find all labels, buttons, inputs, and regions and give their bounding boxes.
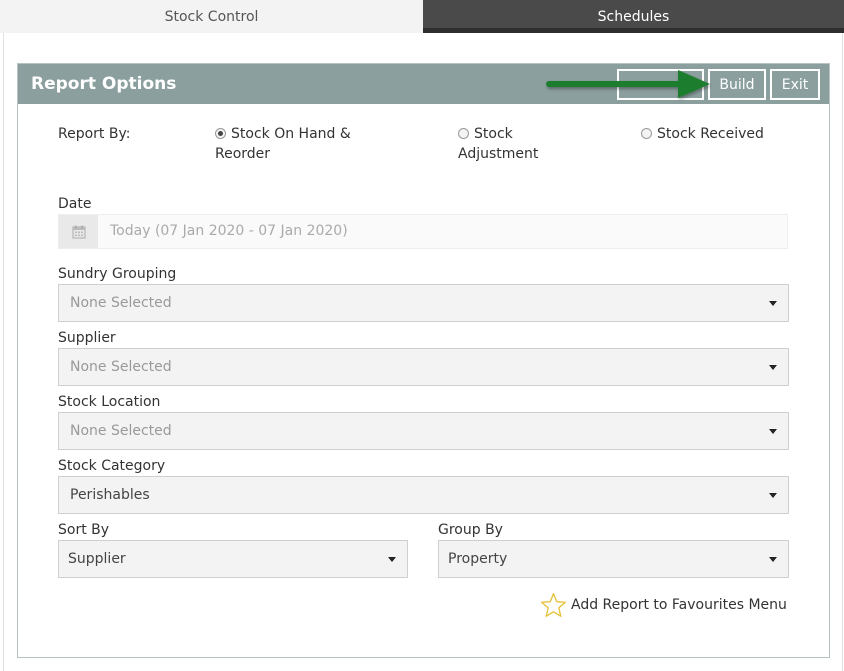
date-range-field[interactable]: Today (07 Jan 2020 - 07 Jan 2020) xyxy=(58,214,788,249)
date-range-value: Today (07 Jan 2020 - 07 Jan 2020) xyxy=(110,223,348,239)
tab-stock-control-label: Stock Control xyxy=(164,8,259,25)
radio-stock-on-hand-line1: Stock On Hand & xyxy=(231,126,351,142)
group-by-select[interactable]: Property xyxy=(438,540,789,578)
stock-category-value: Perishables xyxy=(70,487,150,503)
radio-stock-received-label: Stock Received xyxy=(657,126,764,142)
radio-stock-adjustment-line1: Stock xyxy=(474,126,513,142)
caret-down-icon xyxy=(769,493,777,498)
group-by-value: Property xyxy=(448,551,508,567)
group-by-label: Group By xyxy=(438,522,503,538)
radio-stock-adjustment-line2: Adjustment xyxy=(458,146,539,162)
stock-location-value: None Selected xyxy=(70,423,172,439)
date-label: Date xyxy=(58,196,92,212)
stock-category-label: Stock Category xyxy=(58,458,166,474)
exit-button[interactable]: Exit xyxy=(770,69,820,100)
caret-down-icon xyxy=(769,429,777,434)
panel-header: Report Options Build Exit xyxy=(18,64,829,104)
stock-location-select[interactable]: None Selected xyxy=(58,412,789,450)
radio-unchecked-icon[interactable] xyxy=(458,128,469,139)
caret-down-icon xyxy=(769,365,777,370)
radio-stock-adjustment[interactable]: Stock Adjustment xyxy=(458,124,538,164)
panel-title: Report Options xyxy=(31,74,177,94)
tab-schedules-label: Schedules xyxy=(597,8,670,25)
caret-down-icon xyxy=(388,557,396,562)
caret-down-icon xyxy=(769,557,777,562)
tab-stock-control[interactable]: Stock Control xyxy=(0,0,423,33)
add-to-favourites-label: Add Report to Favourites Menu xyxy=(571,597,787,613)
tab-bar: Stock Control Schedules xyxy=(0,0,844,33)
supplier-label: Supplier xyxy=(58,330,116,346)
add-to-favourites-link[interactable]: Add Report to Favourites Menu xyxy=(540,591,787,619)
radio-unchecked-icon[interactable] xyxy=(641,128,652,139)
stock-category-select[interactable]: Perishables xyxy=(58,476,789,514)
radio-stock-received[interactable]: Stock Received xyxy=(641,124,764,144)
supplier-value: None Selected xyxy=(70,359,172,375)
sort-by-value: Supplier xyxy=(68,551,126,567)
sort-by-label: Sort By xyxy=(58,522,110,538)
radio-stock-on-hand[interactable]: Stock On Hand & Reorder xyxy=(215,124,351,164)
sundry-grouping-value: None Selected xyxy=(70,295,172,311)
caret-down-icon xyxy=(769,301,777,306)
sort-by-select[interactable]: Supplier xyxy=(58,540,408,578)
obscured-header-button[interactable] xyxy=(617,69,704,100)
build-button[interactable]: Build xyxy=(708,69,766,100)
calendar-icon[interactable] xyxy=(59,215,98,248)
radio-checked-icon[interactable] xyxy=(215,128,226,139)
radio-stock-on-hand-line2: Reorder xyxy=(215,146,271,162)
report-by-label: Report By: xyxy=(58,126,131,142)
star-icon[interactable] xyxy=(540,592,567,619)
supplier-select[interactable]: None Selected xyxy=(58,348,789,386)
stock-location-label: Stock Location xyxy=(58,394,161,410)
sundry-grouping-label: Sundry Grouping xyxy=(58,266,177,282)
sundry-grouping-select[interactable]: None Selected xyxy=(58,284,789,322)
